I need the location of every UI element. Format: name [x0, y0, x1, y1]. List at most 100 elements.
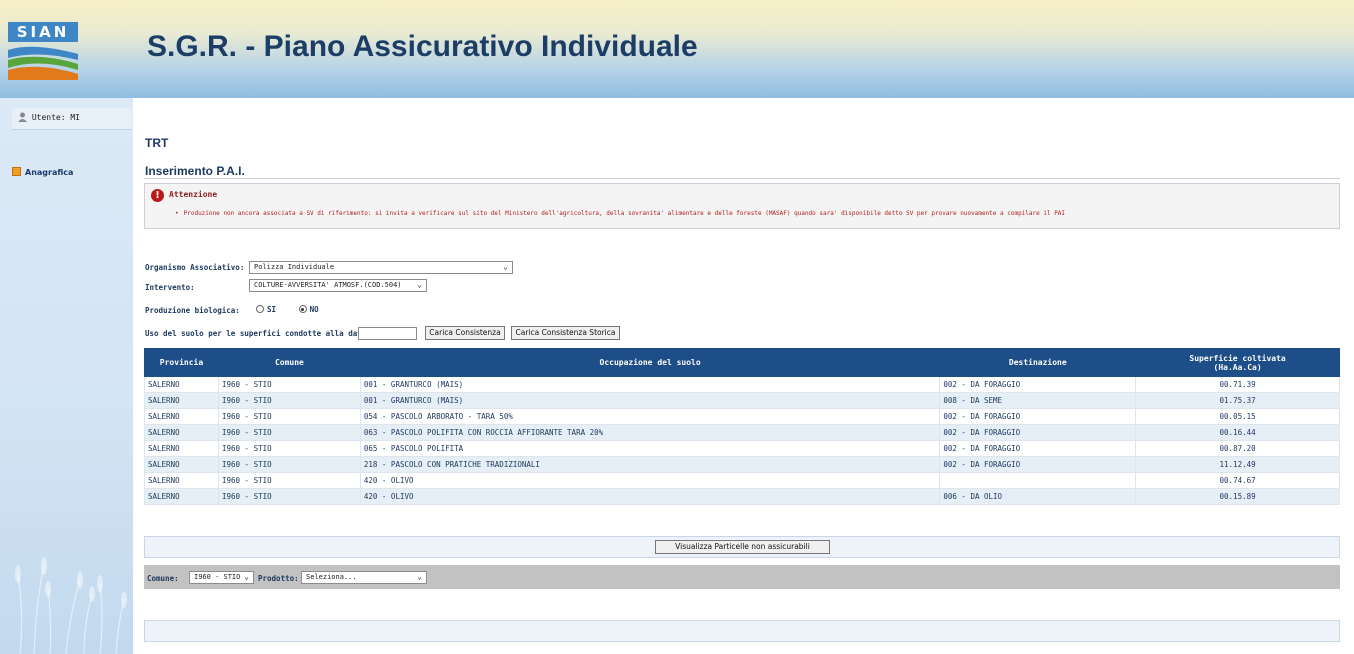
cell-superficie: 00.05.15 — [1135, 408, 1340, 425]
cell-destinazione: 002 - DA FORAGGIO — [939, 456, 1137, 473]
filter-bar: Comune: I960 - STIO ⌄ Prodotto: Selezion… — [144, 565, 1340, 589]
alert-title: Attenzione — [169, 190, 218, 199]
cell-comune: I960 - STIO — [217, 488, 361, 505]
radio-si-label: SI — [267, 305, 277, 314]
company-name: TRT — [145, 136, 169, 150]
cell-comune: I960 - STIO — [217, 456, 361, 473]
cell-comune: I960 - STIO — [217, 408, 361, 425]
chevron-down-icon: ⌄ — [417, 280, 422, 289]
organismo-value: Polizza Individuale — [254, 263, 335, 271]
cell-occupazione: 001 - GRANTURCO (MAIS) — [359, 376, 941, 393]
cell-provincia: SALERNO — [144, 424, 219, 441]
alert-message-text: Produzione non ancora associata a SV di … — [183, 210, 1066, 217]
uso-suolo-label: Uso del suolo per le superfici condotte … — [145, 329, 371, 338]
radio-no[interactable] — [298, 305, 307, 313]
cell-provincia: SALERNO — [144, 408, 219, 425]
cell-provincia: SALERNO — [144, 472, 219, 489]
cell-superficie: 00.15.89 — [1135, 488, 1340, 505]
cell-destinazione — [939, 472, 1137, 489]
warning-icon: ! — [151, 189, 164, 202]
col-occupazione: Occupazione del suolo — [359, 348, 941, 377]
cell-comune: I960 - STIO — [217, 376, 361, 393]
sidebar-item-label: Anagrafica — [25, 168, 74, 177]
cell-comune: I960 - STIO — [217, 440, 361, 457]
cell-superficie: 00.87.20 — [1135, 440, 1340, 457]
intervento-select[interactable]: COLTURE-AVVERSITA' ATMOSF.(COD.504) ⌄ — [249, 279, 427, 292]
title-divider — [144, 178, 1340, 179]
radio-si[interactable] — [256, 305, 264, 313]
cell-occupazione: 218 - PASCOLO CON PRATICHE TRADIZIONALI — [359, 456, 941, 473]
sidebar: Utente: MI Anagrafica — [0, 98, 133, 654]
biologica-radio-group: SI NO — [256, 305, 319, 314]
visualizza-bar: Visualizza Particelle non assicurabili — [144, 536, 1340, 558]
table-row: SALERNO I960 - STIO 065 - PASCOLO POLIFITA… — [144, 440, 1340, 457]
radio-no-label: NO — [309, 305, 319, 314]
cell-destinazione: 002 - DA FORAGGIO — [939, 376, 1137, 393]
table-row: SALERNO I960 - STIO 054 - PASCOLO ARBORATO… — [144, 408, 1340, 425]
intervento-value: COLTURE-AVVERSITA' ATMOSF.(COD.504) — [254, 281, 402, 289]
sidebar-item-anagrafica[interactable]: Anagrafica — [12, 167, 73, 177]
cell-destinazione: 002 - DA FORAGGIO — [939, 408, 1137, 425]
comune-filter-value: I960 - STIO — [194, 573, 241, 581]
user-info: Utente: MI — [12, 108, 132, 130]
col-comune: Comune — [217, 348, 361, 377]
cell-occupazione: 001 - GRANTURCO (MAIS) — [359, 392, 941, 409]
chevron-down-icon: ⌄ — [503, 262, 508, 271]
cell-superficie: 00.16.44 — [1135, 424, 1340, 441]
prodotto-filter-select[interactable]: Seleziona... ⌄ — [301, 571, 427, 584]
app-header: SIAN S.G.R. - Piano Assicurativo Individ… — [0, 0, 1354, 98]
table-header-row: Provincia Comune Occupazione del suolo D… — [144, 348, 1340, 377]
organismo-label: Organismo Associativo: — [145, 263, 245, 272]
cell-destinazione: 008 - DA SEME — [939, 392, 1137, 409]
wheat-decoration-icon — [15, 557, 127, 654]
user-label: Utente: MI — [31, 113, 80, 122]
biologica-label: Produzione biologica: — [145, 306, 240, 315]
col-provincia: Provincia — [144, 348, 219, 377]
carica-consistenza-button[interactable]: Carica Consistenza — [425, 326, 505, 340]
comune-filter-select[interactable]: I960 - STIO ⌄ — [189, 571, 254, 584]
cell-provincia: SALERNO — [144, 488, 219, 505]
col-superficie-line1: Superficie coltivata — [1189, 353, 1286, 363]
comune-filter-label: Comune: — [147, 574, 179, 583]
carica-consistenza-storica-button[interactable]: Carica Consistenza Storica — [511, 326, 620, 340]
main-content: TRT Inserimento P.A.I. ! Attenzione • Pro… — [144, 98, 1340, 654]
chevron-down-icon: ⌄ — [417, 572, 422, 581]
menu-bullet-icon — [12, 167, 21, 176]
cell-comune: I960 - STIO — [217, 424, 361, 441]
cell-provincia: SALERNO — [144, 376, 219, 393]
prodotto-filter-label: Prodotto: — [258, 574, 299, 583]
cell-occupazione: 420 - OLIVO — [359, 472, 941, 489]
cell-occupazione: 054 - PASCOLO ARBORATO - TARA 50% — [359, 408, 941, 425]
table-body: SALERNO I960 - STIO 001 - GRANTURCO (MAIS)… — [144, 376, 1340, 505]
table-row: SALERNO I960 - STIO 218 - PASCOLO CON PRAT… — [144, 456, 1340, 473]
cell-provincia: SALERNO — [144, 440, 219, 457]
col-superficie: Superficie coltivata (Ha.Aa.Ca) — [1135, 348, 1340, 377]
cell-destinazione: 002 - DA FORAGGIO — [939, 440, 1137, 457]
user-icon — [18, 112, 27, 122]
cell-destinazione: 006 - DA OLIO — [939, 488, 1137, 505]
cell-provincia: SALERNO — [144, 392, 219, 409]
logo-text: SIAN — [8, 22, 78, 42]
table-row: SALERNO I960 - STIO 063 - PASCOLO POLIFITA… — [144, 424, 1340, 441]
particelle-table: Provincia Comune Occupazione del suolo D… — [144, 348, 1340, 505]
organismo-select[interactable]: Polizza Individuale ⌄ — [249, 261, 513, 274]
cell-occupazione: 063 - PASCOLO POLIFITA CON ROCCIA AFFIOR… — [359, 424, 941, 441]
table-row: SALERNO I960 - STIO 001 - GRANTURCO (MAIS)… — [144, 392, 1340, 409]
alert-message: • Produzione non ancora associata a SV di… — [175, 210, 1066, 217]
cell-superficie: 01.75.37 — [1135, 392, 1340, 409]
cell-superficie: 11.12.49 — [1135, 456, 1340, 473]
cell-occupazione: 065 - PASCOLO POLIFITA — [359, 440, 941, 457]
chevron-down-icon: ⌄ — [244, 572, 249, 581]
prodotto-filter-value: Seleziona... — [306, 573, 357, 581]
table-row: SALERNO I960 - STIO 001 - GRANTURCO (MAIS)… — [144, 376, 1340, 393]
sian-logo: SIAN — [8, 22, 84, 82]
cell-provincia: SALERNO — [144, 456, 219, 473]
cell-comune: I960 - STIO — [217, 472, 361, 489]
visualizza-particelle-button[interactable]: Visualizza Particelle non assicurabili — [655, 540, 830, 554]
col-destinazione: Destinazione — [939, 348, 1137, 377]
col-superficie-line2: (Ha.Aa.Ca) — [1213, 362, 1262, 372]
page-title: Inserimento P.A.I. — [145, 164, 245, 178]
table-row: SALERNO I960 - STIO 420 - OLIVO 00.74.67 — [144, 472, 1340, 489]
uso-suolo-date-input[interactable] — [358, 327, 417, 340]
alert-box: ! Attenzione • Produzione non ancora asso… — [144, 183, 1340, 229]
